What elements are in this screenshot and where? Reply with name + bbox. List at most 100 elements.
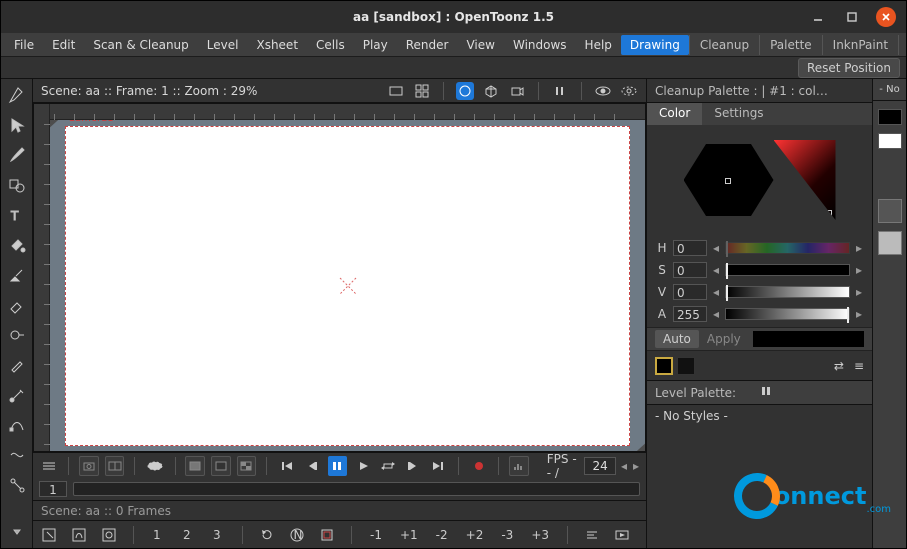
play-button[interactable] — [353, 456, 372, 476]
room-animation[interactable]: Animatio — [898, 35, 907, 55]
pause-button[interactable] — [328, 456, 347, 476]
h-inc-icon[interactable]: ▸ — [854, 241, 864, 255]
menu-help[interactable]: Help — [576, 35, 621, 55]
camera-stand-view-icon[interactable] — [456, 82, 474, 100]
frame-slider[interactable] — [73, 482, 640, 496]
loop-button[interactable] — [378, 456, 397, 476]
room-palette[interactable]: Palette — [759, 35, 822, 55]
reframe1-icon[interactable]: 1 — [148, 525, 168, 545]
palette-menu-icon[interactable]: ≡ — [854, 359, 864, 373]
room-cleanup[interactable]: Cleanup — [689, 35, 759, 55]
edit-tool-icon[interactable] — [7, 85, 27, 105]
v-inc-icon[interactable]: ▸ — [854, 285, 864, 299]
swap-icon[interactable]: ⇄ — [834, 359, 844, 373]
subcamera-preview-icon[interactable] — [620, 82, 638, 100]
menu-edit[interactable]: Edit — [43, 35, 84, 55]
style-swatch-0[interactable] — [655, 357, 673, 375]
new-toonz-raster-icon[interactable] — [39, 525, 59, 545]
menu-level[interactable]: Level — [198, 35, 248, 55]
reframe2-icon[interactable]: 2 — [178, 525, 198, 545]
step-p1[interactable]: +1 — [396, 528, 422, 542]
h-slider[interactable] — [725, 242, 850, 254]
tape-tool-icon[interactable] — [7, 325, 27, 345]
style-swatch-1[interactable] — [677, 357, 695, 375]
tab-settings[interactable]: Settings — [702, 103, 775, 125]
paint-brush-tool-icon[interactable] — [7, 265, 27, 285]
fps-up-icon[interactable]: ▸ — [632, 459, 640, 473]
s-inc-icon[interactable]: ▸ — [854, 263, 864, 277]
eraser-tool-icon[interactable] — [7, 295, 27, 315]
first-frame-button[interactable] — [277, 456, 296, 476]
field-guide-icon[interactable] — [387, 82, 405, 100]
record-button[interactable] — [469, 456, 488, 476]
color-wheel[interactable] — [647, 125, 872, 235]
compare-icon[interactable] — [105, 456, 125, 476]
hex-wheel[interactable] — [684, 140, 774, 220]
fx-icon[interactable] — [582, 525, 602, 545]
menu-file[interactable]: File — [5, 35, 43, 55]
fps-down-icon[interactable]: ◂ — [620, 459, 628, 473]
tool-expand-icon[interactable] — [7, 522, 27, 542]
open-subxsheet-icon[interactable] — [317, 525, 337, 545]
grid-icon[interactable] — [413, 82, 431, 100]
menu-play[interactable]: Play — [354, 35, 397, 55]
control-point-tool-icon[interactable] — [7, 415, 27, 435]
frame-number[interactable]: 1 — [39, 481, 67, 497]
reframe3-icon[interactable]: 3 — [208, 525, 228, 545]
step-m3[interactable]: -3 — [497, 528, 517, 542]
skeleton-tool-icon[interactable] — [7, 475, 27, 495]
a-dec-icon[interactable]: ◂ — [711, 307, 721, 321]
canvas-area[interactable]: Camera1 — [50, 120, 645, 451]
geometric-tool-icon[interactable] — [7, 175, 27, 195]
a-inc-icon[interactable]: ▸ — [854, 307, 864, 321]
selection-tool-icon[interactable] — [7, 115, 27, 135]
room-drawing[interactable]: Drawing — [621, 35, 689, 55]
menu-windows[interactable]: Windows — [504, 35, 576, 55]
sv-triangle[interactable] — [774, 140, 836, 220]
bg-white-icon[interactable] — [185, 456, 205, 476]
maximize-button[interactable] — [842, 7, 862, 27]
define-subcamera-icon[interactable] — [145, 456, 164, 476]
camera-view-icon[interactable] — [508, 82, 526, 100]
mini-swatch-0[interactable] — [878, 109, 902, 125]
last-frame-button[interactable] — [429, 456, 448, 476]
histogram-icon[interactable] — [509, 456, 529, 476]
bg-black-icon[interactable] — [211, 456, 231, 476]
a-slider[interactable] — [725, 308, 850, 320]
reset-position-button[interactable]: Reset Position — [798, 58, 900, 78]
menu-xsheet[interactable]: Xsheet — [247, 35, 307, 55]
prev-frame-button[interactable] — [302, 456, 321, 476]
3d-view-icon[interactable] — [482, 82, 500, 100]
animate-icon[interactable] — [612, 525, 632, 545]
next-frame-button[interactable] — [404, 456, 423, 476]
level-palette-pause-icon[interactable] — [760, 385, 865, 400]
viewport[interactable]: Camera1 — [33, 103, 646, 452]
fill-tool-icon[interactable] — [7, 235, 27, 255]
repeat-icon[interactable] — [257, 525, 277, 545]
v-dec-icon[interactable]: ◂ — [711, 285, 721, 299]
s-dec-icon[interactable]: ◂ — [711, 263, 721, 277]
menu-render[interactable]: Render — [397, 35, 458, 55]
a-value[interactable]: 255 — [673, 306, 707, 322]
rgb-picker-tool-icon[interactable] — [7, 385, 27, 405]
brush-tool-icon[interactable] — [7, 145, 27, 165]
snapshot-icon[interactable] — [79, 456, 99, 476]
step-m2[interactable]: -2 — [432, 528, 452, 542]
collapse-icon[interactable]: N — [287, 525, 307, 545]
v-slider[interactable] — [725, 286, 850, 298]
h-dec-icon[interactable]: ◂ — [711, 241, 721, 255]
freeze-icon[interactable] — [551, 82, 569, 100]
fps-input[interactable] — [584, 457, 616, 475]
step-m1[interactable]: -1 — [366, 528, 386, 542]
s-value[interactable]: 0 — [673, 262, 707, 278]
new-vector-icon[interactable] — [69, 525, 89, 545]
menu-cells[interactable]: Cells — [307, 35, 354, 55]
new-raster-icon[interactable] — [99, 525, 119, 545]
menu-view[interactable]: View — [457, 35, 503, 55]
pinch-tool-icon[interactable] — [7, 445, 27, 465]
step-p3[interactable]: +3 — [527, 528, 553, 542]
bg-check-icon[interactable] — [237, 456, 257, 476]
preview-icon[interactable] — [594, 82, 612, 100]
room-inknpaint[interactable]: InknPaint — [822, 35, 898, 55]
type-tool-icon[interactable]: T — [7, 205, 27, 225]
